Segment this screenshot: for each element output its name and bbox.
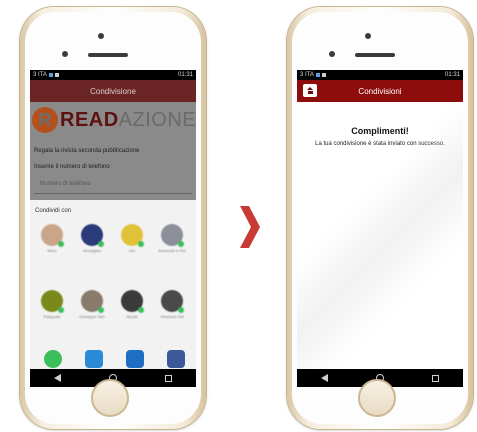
share-sheet: Condividi con Moro Arcangelo Gio Annucci… [30,200,196,369]
logo-text-read: READ [60,108,119,131]
notification-icon [48,73,53,77]
logo-mark: R [32,107,58,133]
contact-name: Moro [47,248,57,253]
contact-name: Nicola [126,314,138,319]
carrier-label: 3 ITA [300,72,314,78]
notification-icon [321,73,326,77]
sensor-dot [329,51,335,57]
page-title: Condivisioni [297,80,463,102]
home-button[interactable] [303,84,317,97]
share-contact[interactable]: Arcangelo [74,224,110,253]
nav-recent-icon[interactable] [165,374,172,382]
nav-back-icon[interactable] [54,374,61,382]
contact-name: Giuseppe Gen [79,314,105,319]
share-contact[interactable]: Gio [114,224,150,253]
avatar [121,290,144,313]
phone-number-input[interactable]: Numero di telefono [34,181,192,194]
avatar [121,224,144,247]
hardware-home-button[interactable] [358,379,396,417]
status-bar: 3 ITA 01:31 [30,70,196,80]
page-title: Condivisione [30,80,196,102]
share-contact[interactable]: Pasquale [34,290,70,319]
share-contact[interactable]: Nicola [114,290,150,319]
notification-icon [54,73,59,77]
whatsapp-app-icon[interactable] [44,350,62,368]
right-screen: 3 ITA 01:31 Condivisioni Complimenti! La… [297,70,463,387]
front-camera [98,33,104,39]
logo-text-azione: AZIONE [118,108,196,131]
whatsapp-badge-icon [58,307,64,313]
gift-text: Regala la rivista seconda pubblicazione [34,148,140,154]
left-phone: 3 ITA 01:31 Condivisione R READAZIONE Re… [20,7,206,429]
nav-back-icon[interactable] [321,374,328,382]
dimmed-background: Condivisione R READAZIONE Regala la rivi… [30,80,196,200]
hardware-home-button[interactable] [91,379,129,417]
home-icon [306,87,314,94]
whatsapp-badge-icon [178,241,184,247]
left-screen: 3 ITA 01:31 Condivisione R READAZIONE Re… [30,70,196,387]
whatsapp-badge-icon [138,307,144,313]
clipboard-app-icon[interactable] [126,350,144,368]
phone-instruction: Inserire il numero di telefono [34,164,110,170]
chevron-right-icon [240,206,260,248]
share-contact[interactable]: Moro [34,224,70,253]
whatsapp-badge-icon [98,241,104,247]
earpiece [88,53,128,57]
contact-name: Pasquale [43,314,61,319]
status-time: 01:31 [177,72,193,78]
sensor-dot [62,51,68,57]
nav-recent-icon[interactable] [432,374,439,382]
avatar [41,224,64,247]
contact-name: Gio [128,248,136,253]
front-camera [365,33,371,39]
whatsapp-badge-icon [58,241,64,247]
whatsapp-badge-icon [138,241,144,247]
avatar [41,290,64,313]
contact-name: Vincenzo Sal [160,314,184,319]
earpiece [355,53,395,57]
whatsapp-badge-icon [178,307,184,313]
whatsapp-badge-icon [98,307,104,313]
success-message: La tua condivisione è stata inviato con … [315,141,445,147]
success-heading: Complimenti! [351,126,409,136]
avatar [81,224,104,247]
share-contact[interactable]: Annuccia e Fiol [154,224,190,253]
avatar [81,290,104,313]
share-contact[interactable]: Vincenzo Sal [154,290,190,319]
facebook-app-icon[interactable] [167,350,185,368]
messages-app-icon[interactable] [85,350,103,368]
readazione-logo: R READAZIONE [32,107,196,133]
contact-name: Annuccia e Fiol [158,248,186,253]
notification-icon [315,73,320,77]
avatar [161,224,184,247]
right-phone: 3 ITA 01:31 Condivisioni Complimenti! La… [287,7,473,429]
share-sheet-title: Condividi con [35,208,72,214]
avatar [161,290,184,313]
screen-glare [297,70,463,387]
carrier-label: 3 ITA [33,72,47,78]
contact-name: Arcangelo [82,248,101,253]
share-contact[interactable]: Giuseppe Gen [74,290,110,319]
status-time: 01:31 [444,72,460,78]
status-bar: 3 ITA 01:31 [297,70,463,80]
